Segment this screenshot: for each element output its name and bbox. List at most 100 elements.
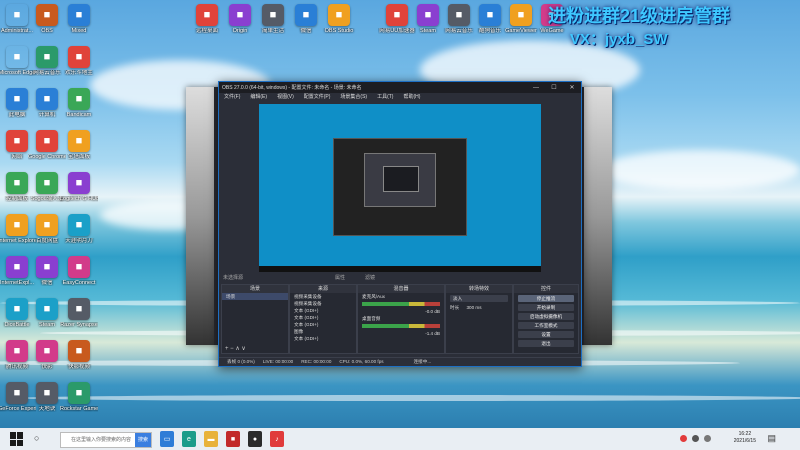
- scenes-panel: 场景 场景 + − ∧ ∨: [221, 284, 289, 354]
- preview-taskbar: [259, 266, 541, 272]
- desktop-icon-label: Mixed: [71, 28, 87, 34]
- control-button[interactable]: 开始录制: [518, 304, 574, 311]
- notification-icon[interactable]: ▤: [767, 433, 776, 444]
- audio-meter: [362, 324, 440, 328]
- source-item[interactable]: 视频采集设备: [290, 300, 356, 307]
- app-icon: ■: [68, 340, 90, 362]
- desktop-icon-label: 欢乐斗地主: [65, 70, 93, 76]
- close-icon[interactable]: ✕: [563, 82, 581, 93]
- desktop-icon-label: Logitech G HUB: [60, 196, 98, 202]
- desktop-icon[interactable]: ■ 快影视频: [60, 340, 98, 370]
- app-icon: ■: [68, 130, 90, 152]
- audio-meter: [362, 302, 440, 306]
- edge-icon[interactable]: e: [182, 431, 196, 447]
- transition-select[interactable]: 淡入: [450, 295, 508, 302]
- mixer-header: 混音器: [358, 285, 444, 293]
- source-item[interactable]: 文本 (GDI+): [290, 321, 356, 328]
- desktop-icon-label: 宝塔面板: [67, 154, 90, 160]
- clock[interactable]: 16:22 2021/6/15: [734, 431, 756, 445]
- title-bar[interactable]: OBS 27.0.0 (64-bit, windows) - 配置文件: 未命名…: [219, 82, 581, 93]
- control-button[interactable]: 启动虚拟摄像机: [518, 313, 574, 320]
- app-icon: ■: [36, 4, 58, 26]
- desktop-icon[interactable]: ■ Mixed: [60, 4, 98, 34]
- menu-item[interactable]: 配置文件(P): [304, 93, 331, 102]
- volume-icon[interactable]: [704, 435, 711, 442]
- control-button[interactable]: 退出: [518, 340, 574, 347]
- search-placeholder: 在这里输入你要搜索的内容: [71, 437, 132, 443]
- desktop-icon[interactable]: ■ 欢乐斗地主: [60, 46, 98, 76]
- mixer-track-db: -0.0 dB: [425, 309, 440, 314]
- control-button[interactable]: 设置: [518, 331, 574, 338]
- search-button[interactable]: 搜索: [135, 433, 151, 447]
- control-button[interactable]: 工作室模式: [518, 322, 574, 329]
- file-explorer-icon[interactable]: ▬: [204, 431, 218, 447]
- app-icon: ■: [6, 46, 28, 68]
- app-icon: ■: [6, 88, 28, 110]
- date-text: 2021/6/15: [733, 438, 756, 444]
- nested-preview-2: [364, 153, 436, 207]
- desktop-icon[interactable]: ■ Rockstar Games: [60, 382, 98, 412]
- duration-input[interactable]: 300 ms: [466, 305, 481, 310]
- tab-properties[interactable]: 属性: [335, 274, 345, 283]
- app-icon: ■: [295, 4, 317, 26]
- source-item[interactable]: 文本 (GDI+): [290, 335, 356, 342]
- desktop-icon[interactable]: ■ 天涯明月刀: [60, 214, 98, 244]
- menu-item[interactable]: 场景集合(S): [340, 93, 367, 102]
- app-icon: ■: [68, 382, 90, 404]
- window-title: OBS 27.0.0 (64-bit, windows) - 配置文件: 未命名…: [222, 85, 362, 91]
- source-item[interactable]: 视频采集设备: [290, 293, 356, 300]
- app-icon: ■: [479, 4, 501, 26]
- menu-item[interactable]: 帮助(H): [403, 93, 420, 102]
- app-icon: ■: [36, 298, 58, 320]
- menu-item[interactable]: 文件(F): [224, 93, 240, 102]
- transitions-panel: 转场特效 淡入 时长 300 ms: [445, 284, 513, 354]
- obs-taskbar-icon[interactable]: ●: [248, 431, 262, 447]
- desktop-icon-label: EasyConnect: [62, 280, 96, 286]
- control-button[interactable]: 停止推流: [518, 295, 574, 302]
- search-input[interactable]: 在这里输入你要搜索的内容 搜索: [60, 432, 152, 448]
- desktop-icon[interactable]: ■ Logitech G HUB: [60, 172, 98, 202]
- network-icon[interactable]: [692, 435, 699, 442]
- obs-window[interactable]: OBS 27.0.0 (64-bit, windows) - 配置文件: 未命名…: [218, 81, 582, 367]
- app-icon: ■: [6, 256, 28, 278]
- tab-filters[interactable]: 滤镜: [365, 274, 375, 283]
- app-icon: ■: [36, 130, 58, 152]
- app-icon: ■: [68, 214, 90, 236]
- app-icon: ■: [510, 4, 532, 26]
- desktop-icon[interactable]: ■ OBS Studio: [320, 4, 358, 34]
- properties-bar: 未选择源 属性 滤镜: [219, 274, 581, 283]
- menu-item[interactable]: 工具(T): [377, 93, 393, 102]
- controls-panel: 控件 停止推流 开始录制 启动虚拟摄像机 工作室模式 设置 退出: [513, 284, 579, 354]
- menu-item[interactable]: 编辑(E): [250, 93, 267, 102]
- app-icon: ■: [6, 4, 28, 26]
- desktop-icon-label: OBS Studio: [324, 28, 354, 34]
- desktop-icon[interactable]: ■ EasyConnect: [60, 256, 98, 286]
- cpu-fps: CPU: 0.0%, 60.00 fps: [339, 359, 384, 364]
- task-view-icon[interactable]: ▭: [160, 431, 174, 447]
- scene-toolbar[interactable]: + − ∧ ∨: [222, 345, 288, 353]
- windows-start-icon[interactable]: [10, 432, 24, 446]
- music-icon[interactable]: ♪: [270, 431, 284, 447]
- menu-item[interactable]: 视图(V): [277, 93, 294, 102]
- desktop-icon[interactable]: ■ Razer Synapse: [60, 298, 98, 328]
- app-icon: ■: [6, 382, 28, 404]
- app-icon: ■: [36, 382, 58, 404]
- app-icon: ■: [68, 172, 90, 194]
- desktop-icon[interactable]: ■ Bandicam: [60, 88, 98, 118]
- source-item[interactable]: 图像: [290, 328, 356, 335]
- search-icon[interactable]: ○: [34, 433, 39, 443]
- app-icon: ■: [386, 4, 408, 26]
- app-icon[interactable]: ■: [226, 431, 240, 447]
- source-item[interactable]: 文本 (GDI+): [290, 307, 356, 314]
- tray-app-icon[interactable]: [680, 435, 687, 442]
- app-icon: ■: [6, 214, 28, 236]
- maximize-icon[interactable]: ☐: [545, 82, 563, 93]
- desktop-icon[interactable]: ■ 宝塔面板: [60, 130, 98, 160]
- source-item[interactable]: 文本 (GDI+): [290, 314, 356, 321]
- app-icon: ■: [328, 4, 350, 26]
- scene-item[interactable]: 场景: [222, 293, 288, 300]
- nested-preview-3: [383, 166, 419, 192]
- overlay-text-line2: VX：jyxb_SW: [570, 31, 668, 48]
- minimize-icon[interactable]: —: [527, 82, 545, 93]
- preview-canvas[interactable]: [259, 104, 541, 272]
